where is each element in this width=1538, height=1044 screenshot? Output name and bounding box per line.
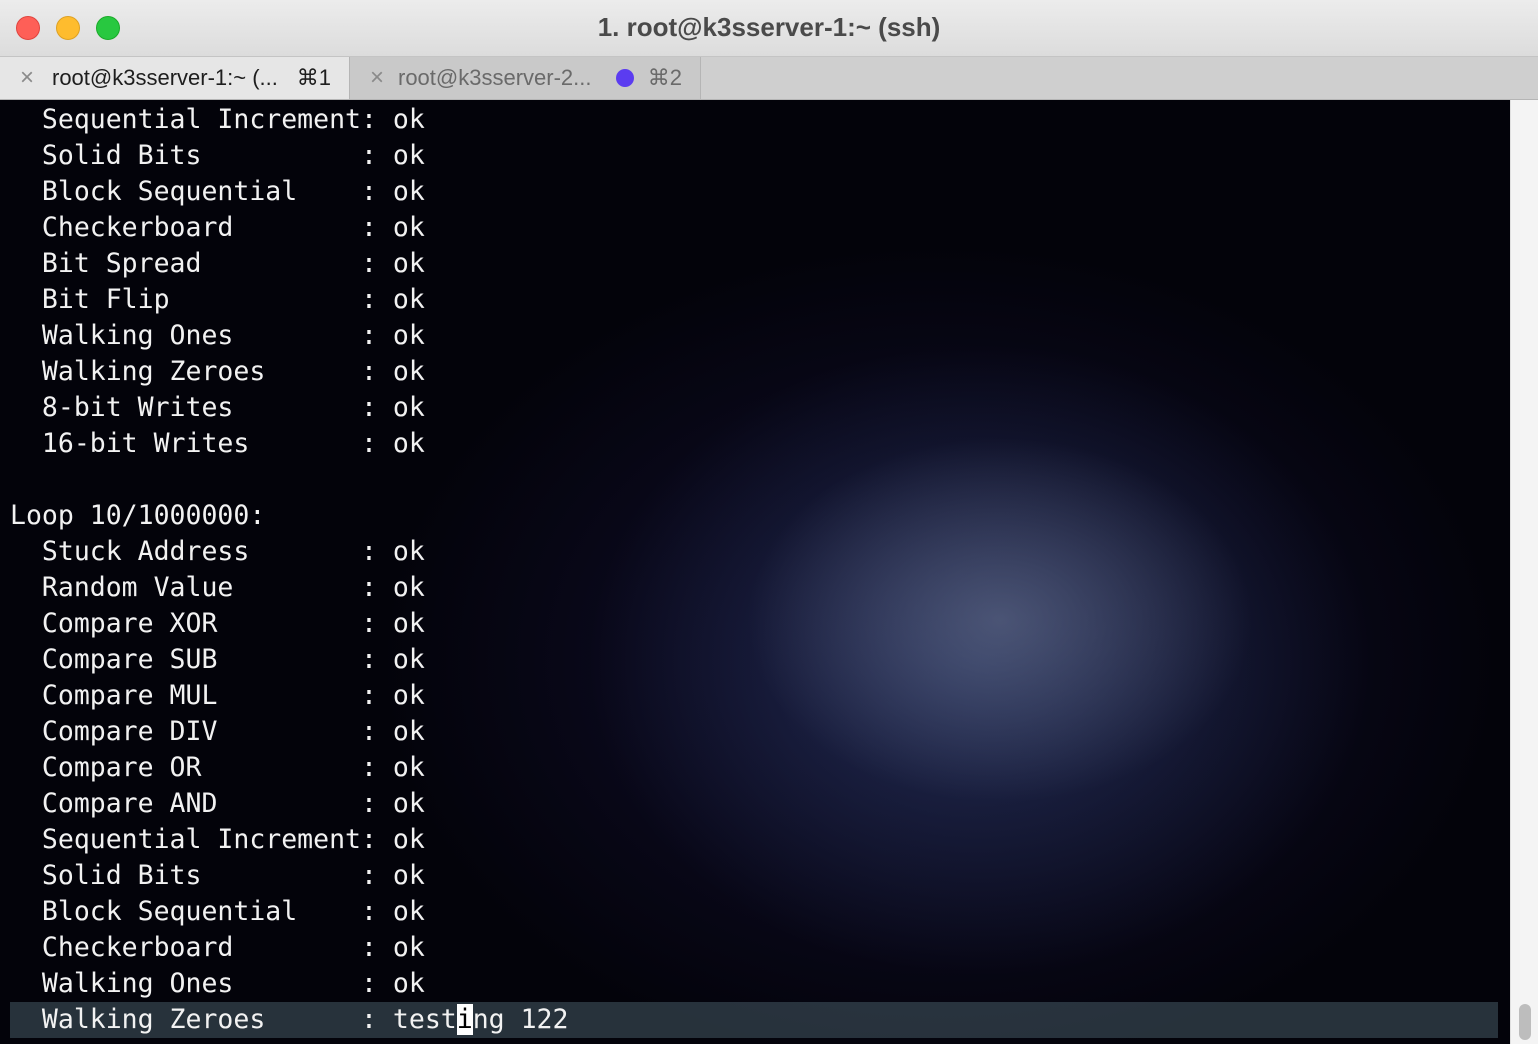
scrollbar[interactable] bbox=[1510, 100, 1538, 1044]
terminal-line: Walking Ones : ok bbox=[10, 320, 425, 351]
terminal-line: Bit Flip : ok bbox=[10, 284, 425, 315]
zoom-window-button[interactable] bbox=[96, 16, 120, 40]
tab-k3sserver-1[interactable]: × root@k3sserver-1:~ (... ⌘1 bbox=[0, 57, 350, 99]
text-cursor: i bbox=[456, 1004, 473, 1035]
terminal-line: Sequential Increment: ok bbox=[10, 824, 425, 855]
window-title: 1. root@k3sserver-1:~ (ssh) bbox=[597, 12, 941, 42]
terminal-line: Walking Zeroes : ok bbox=[10, 356, 425, 387]
terminal-lines: Sequential Increment: ok Solid Bits : ok… bbox=[10, 102, 1498, 1038]
terminal-line: Checkerboard : ok bbox=[10, 932, 425, 963]
terminal-line: Block Sequential : ok bbox=[10, 896, 425, 927]
tab-shortcut: ⌘2 bbox=[647, 65, 682, 90]
current-line-text: Walking Zeroes : test bbox=[10, 1004, 457, 1035]
tab-close-icon[interactable]: × bbox=[366, 57, 388, 99]
tab-bar: × root@k3sserver-1:~ (... ⌘1 × root@k3ss… bbox=[0, 57, 1538, 100]
terminal-line: Compare DIV : ok bbox=[10, 716, 425, 747]
terminal-line: Solid Bits : ok bbox=[10, 860, 425, 891]
close-window-button[interactable] bbox=[16, 16, 40, 40]
terminal-current-line: Walking Zeroes : testing 122 bbox=[10, 1002, 1498, 1038]
terminal-line: Compare XOR : ok bbox=[10, 608, 425, 639]
tab-label: root@k3sserver-2... bbox=[398, 65, 592, 90]
terminal-line: Walking Ones : ok bbox=[10, 968, 425, 999]
tab-label: root@k3sserver-1:~ (... bbox=[52, 65, 278, 90]
current-line-text-after: ng 122 bbox=[472, 1004, 569, 1035]
terminal-line: 16-bit Writes : ok bbox=[10, 428, 425, 459]
terminal-line: Block Sequential : ok bbox=[10, 176, 425, 207]
terminal-line: 8-bit Writes : ok bbox=[10, 392, 425, 423]
title-bar[interactable]: 1. root@k3sserver-1:~ (ssh) bbox=[0, 0, 1538, 57]
terminal-line: Compare MUL : ok bbox=[10, 680, 425, 711]
terminal-line: Solid Bits : ok bbox=[10, 140, 425, 171]
terminal-line: Compare SUB : ok bbox=[10, 644, 425, 675]
tab-shortcut: ⌘1 bbox=[296, 65, 331, 90]
terminal-line: Compare OR : ok bbox=[10, 752, 425, 783]
tab-k3sserver-2[interactable]: × root@k3sserver-2... ⌘2 bbox=[350, 57, 701, 99]
tab-close-icon[interactable]: × bbox=[16, 57, 38, 99]
activity-indicator-icon bbox=[616, 69, 634, 87]
minimize-window-button[interactable] bbox=[56, 16, 80, 40]
terminal-line: Compare AND : ok bbox=[10, 788, 425, 819]
terminal-line: Stuck Address : ok bbox=[10, 536, 425, 567]
terminal-line: Bit Spread : ok bbox=[10, 248, 425, 279]
terminal-line: Sequential Increment: ok bbox=[10, 104, 425, 135]
terminal-line: Random Value : ok bbox=[10, 572, 425, 603]
terminal-line: Checkerboard : ok bbox=[10, 212, 425, 243]
terminal-window: 1. root@k3sserver-1:~ (ssh) × root@k3sse… bbox=[0, 0, 1538, 1044]
terminal-line: Loop 10/1000000: bbox=[10, 500, 266, 531]
scrollbar-thumb[interactable] bbox=[1519, 1004, 1531, 1040]
terminal-output[interactable]: Sequential Increment: ok Solid Bits : ok… bbox=[0, 100, 1510, 1044]
